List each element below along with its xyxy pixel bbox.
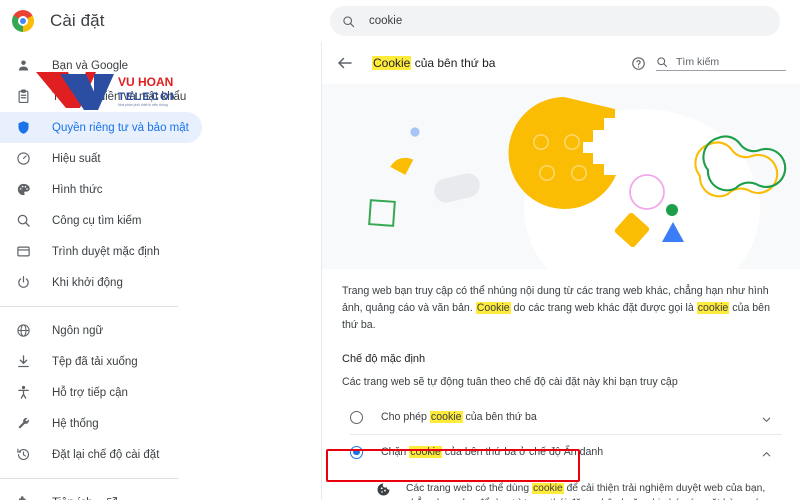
search-icon	[343, 15, 355, 27]
sidebar-item-search-engine[interactable]: Công cụ tìm kiếm	[0, 205, 202, 236]
radio-button-selected[interactable]	[350, 445, 363, 459]
option-detail-list: Các trang web có thể dùng cookie để cải …	[342, 469, 782, 500]
content-title: Cookie của bên thứ ba	[372, 56, 495, 70]
radio-button[interactable]	[350, 410, 363, 424]
search-input[interactable]: cookie	[369, 15, 402, 27]
person-icon	[14, 57, 32, 75]
chevron-up-icon[interactable]	[761, 447, 772, 458]
sidebar-item-label: Khi khởi động	[52, 276, 123, 289]
cookie-illustration	[322, 84, 800, 269]
sidebar-item-label: Hình thức	[52, 183, 103, 196]
chrome-logo-icon	[12, 10, 34, 32]
sidebar-item-label: Quyền riêng tư và bảo mật	[52, 121, 189, 134]
header-actions: Tìm kiếm	[631, 56, 786, 71]
radio-label: Cho phép cookie của bên thứ ba	[381, 411, 537, 423]
puzzle-icon	[14, 494, 32, 500]
sidebar-item-privacy-and-security[interactable]: Quyền riêng tư và bảo mật	[0, 112, 202, 143]
sidebar-item-label: Tự động điền và mật khẩu	[52, 90, 187, 103]
shield-icon	[14, 119, 32, 137]
search-icon	[657, 56, 668, 67]
page-title: Cài đặt	[50, 11, 105, 30]
d0-highlight: cookie	[531, 483, 564, 494]
wrench-icon	[14, 415, 32, 433]
sidebar-item-label: Hỗ trợ tiếp cận	[52, 386, 128, 399]
title-highlight: Cookie	[372, 56, 412, 70]
opt0-post: của bên thứ ba	[462, 411, 537, 423]
d0-pre: Các trang web có thể dùng	[406, 483, 532, 494]
help-circle-icon[interactable]	[631, 56, 646, 71]
section-title: Chế độ mặc định	[342, 353, 426, 365]
sidebar-item-downloads[interactable]: Tệp đã tải xuống	[0, 346, 202, 377]
sidebar-item-label: Hiệu suất	[52, 152, 101, 165]
browser-window-icon	[14, 243, 32, 261]
sidebar-item-system[interactable]: Hệ thống	[0, 408, 202, 439]
default-mode-radio-group: Cho phép cookie của bên thứ ba Chặn cook…	[342, 400, 782, 469]
sidebar-item-languages[interactable]: Ngôn ngữ	[0, 315, 202, 346]
sidebar-divider-2	[0, 478, 178, 479]
intro-highlight-1: Cookie	[475, 302, 511, 314]
content-pane: Cookie của bên thứ ba Tìm kiếm Trang web…	[321, 42, 800, 500]
arrow-back-icon[interactable]	[336, 54, 354, 72]
power-icon	[14, 274, 32, 292]
clipboard-icon	[14, 88, 32, 106]
brand-area: Cài đặt	[0, 10, 320, 32]
sidebar-item-label: Trình duyệt mặc định	[52, 245, 160, 258]
sidebar-item-label: Tệp đã tải xuống	[52, 355, 138, 368]
radio-label: Chặn cookie của bên thứ ba ở chế độ Ẩn d…	[381, 446, 603, 458]
download-icon	[14, 353, 32, 371]
sidebar-item-performance[interactable]: Hiệu suất	[0, 143, 202, 174]
restore-icon	[14, 446, 32, 464]
sidebar-item-you-and-google[interactable]: Bạn và Google	[0, 50, 202, 81]
sidebar-item-autofill[interactable]: Tự động điền và mật khẩu	[0, 81, 202, 112]
content-search-field[interactable]: Tìm kiếm	[656, 56, 786, 71]
external-link-icon	[106, 496, 119, 500]
detail-text: Các trang web có thể dùng cookie để cải …	[406, 481, 770, 500]
detail-item-cookies-benefit: Các trang web có thể dùng cookie để cải …	[376, 481, 770, 500]
sidebar-item-reset-settings[interactable]: Đặt lại chế độ cài đặt	[0, 439, 202, 470]
opt1-post: của bên thứ ba ở chế độ Ẩn danh	[441, 446, 604, 458]
sidebar-item-label: Ngôn ngữ	[52, 324, 104, 337]
globe-icon	[14, 322, 32, 340]
sidebar-item-label: Bạn và Google	[52, 59, 129, 72]
opt0-highlight: cookie	[429, 411, 463, 423]
sidebar-divider	[0, 306, 178, 307]
sidebar-item-extensions[interactable]: Tiện ích	[0, 487, 202, 500]
sidebar-item-default-browser[interactable]: Trình duyệt mặc định	[0, 236, 202, 267]
content-header: Cookie của bên thứ ba Tìm kiếm	[322, 42, 800, 84]
speedometer-icon	[14, 150, 32, 168]
radio-option-block-third-party-cookies-incognito[interactable]: Chặn cookie của bên thứ ba ở chế độ Ẩn d…	[342, 435, 782, 469]
accessibility-icon	[14, 384, 32, 402]
top-search-wrap: cookie	[320, 6, 800, 36]
opt1-highlight: cookie	[409, 446, 442, 458]
sidebar-item-label: Hệ thống	[52, 417, 99, 430]
sidebar: Bạn và Google Tự động điền và mật khẩu Q…	[0, 42, 320, 500]
sidebar-item-label: Công cụ tìm kiếm	[52, 214, 142, 227]
sidebar-item-on-startup[interactable]: Khi khởi động	[0, 267, 202, 298]
opt0-pre: Cho phép	[381, 411, 430, 423]
palette-icon	[14, 181, 32, 199]
search-icon	[14, 212, 32, 230]
title-rest: của bên thứ ba	[411, 56, 496, 70]
settings-search-box[interactable]: cookie	[330, 6, 780, 36]
radio-option-allow-third-party-cookies[interactable]: Cho phép cookie của bên thứ ba	[342, 400, 782, 434]
sidebar-item-label: Đặt lại chế độ cài đặt	[52, 448, 160, 461]
sidebar-item-label: Tiện ích	[52, 497, 92, 500]
top-bar: Cài đặt cookie	[0, 0, 800, 42]
settings-window: Cài đặt cookie Bạn và Google Tự động điề…	[0, 0, 800, 500]
section-subtitle: Các trang web sẽ tự động tuân theo chế đ…	[342, 376, 678, 388]
intro-part2: do các trang web khác đặt được gọi là	[510, 302, 697, 314]
intro-paragraph: Trang web bạn truy cập có thể nhúng nội …	[342, 283, 782, 334]
sidebar-item-accessibility[interactable]: Hỗ trợ tiếp cận	[0, 377, 202, 408]
sidebar-item-appearance[interactable]: Hình thức	[0, 174, 202, 205]
intro-highlight-2: cookie	[696, 302, 730, 314]
opt1-pre: Chặn	[381, 446, 410, 458]
content-body: Trang web bạn truy cập có thể nhúng nội …	[322, 269, 800, 500]
cookie-icon	[376, 482, 392, 498]
content-search-placeholder: Tìm kiếm	[676, 55, 720, 68]
cookie-illustration-svg	[368, 97, 787, 269]
chevron-down-icon[interactable]	[761, 412, 772, 423]
